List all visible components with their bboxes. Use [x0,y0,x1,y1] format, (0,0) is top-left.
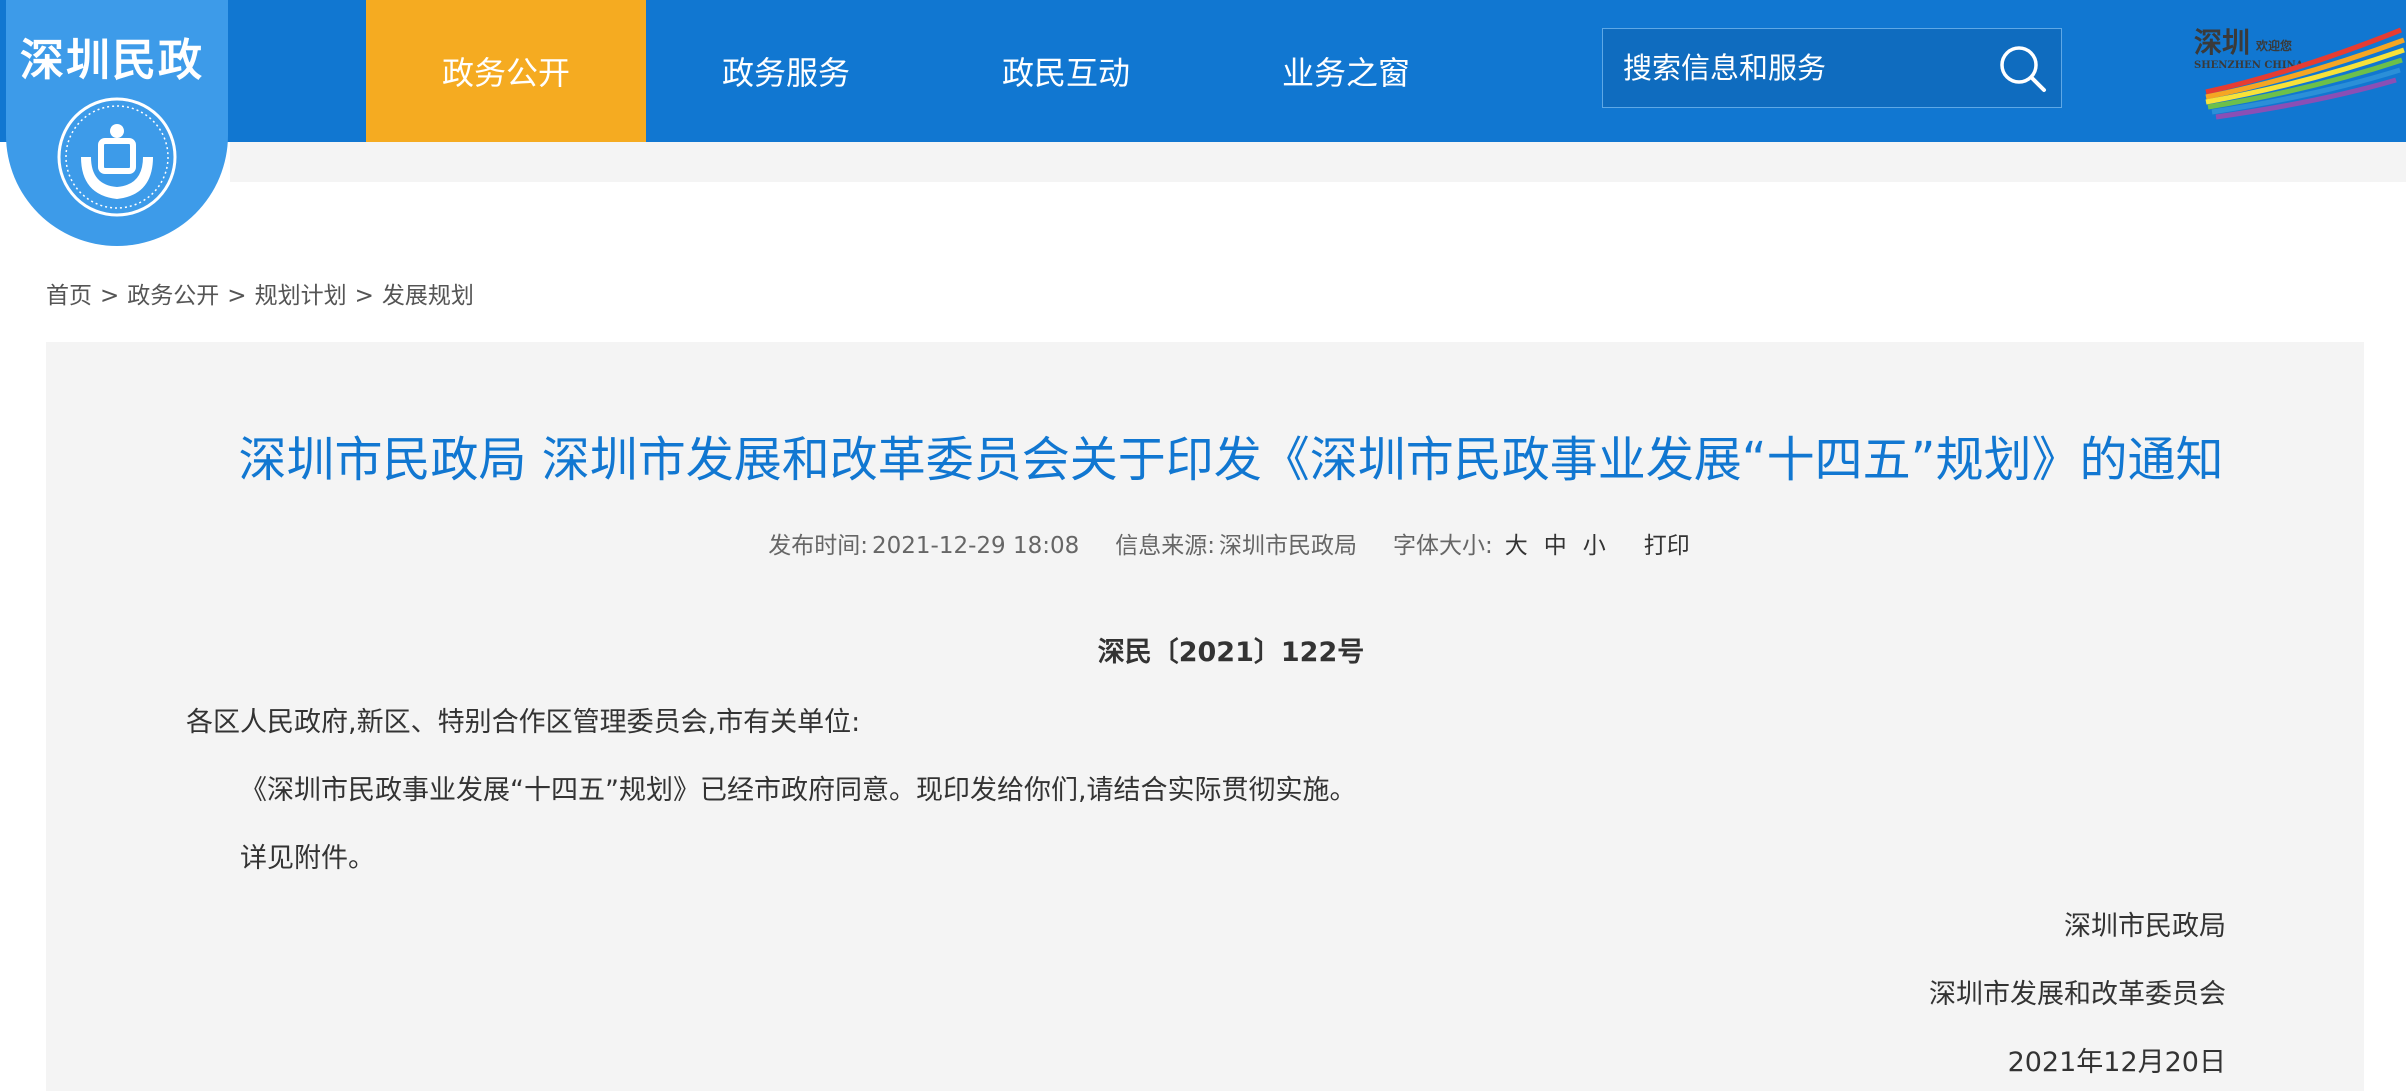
top-header: 政务公开 政务服务 政民互动 业务之窗 深圳 欢迎您 SHENZHEN CHIN… [0,0,2406,142]
breadcrumb-home[interactable]: 首页 [46,283,92,309]
breadcrumb-separator: > [100,283,120,309]
publish-time-label: 发布时间: [768,533,868,559]
signature-civil-affairs: 深圳市民政局 [2064,911,2226,942]
search-box [1602,28,2062,108]
nav-zhengwu-gongkai[interactable]: 政务公开 [366,0,646,142]
publish-time: 2021-12-29 18:08 [871,533,1080,559]
civil-affairs-emblem-icon [57,97,177,217]
logo-text: 深圳民政 [20,35,204,86]
breadcrumb-guihua-jihua[interactable]: 规划计划 [255,283,347,309]
doc-number: 深民〔2021〕122号 [1097,637,1365,668]
breadcrumb: 首页 > 政务公开 > 规划计划 > 发展规划 [46,276,474,310]
article-title: 深圳市民政局 深圳市发展和改革委员会关于印发《深圳市民政事业发展“十四五”规划》… [238,432,2224,488]
article-meta: 发布时间: 2021-12-29 18:08 信息来源: 深圳市民政局 字体大小: 大中小… [0,526,2406,560]
nav-zhengmin-hudong[interactable]: 政民互动 [926,0,1206,142]
svg-text:欢迎您: 欢迎您 [2255,38,2292,53]
svg-text:深圳: 深圳 [2194,26,2250,59]
font-size-medium[interactable]: 中 [1544,533,1567,559]
breadcrumb-fazhan-guihua[interactable]: 发展规划 [382,283,474,309]
source-label: 信息来源: [1115,533,1215,559]
body-paragraph: 《深圳市民政事业发展“十四五”规划》已经市政府同意。现印发给你们,请结合实际贯彻… [240,775,1357,806]
print-button[interactable]: 打印 [1644,533,1690,559]
search-input[interactable] [1603,29,1983,107]
shenzhen-china-logo[interactable]: 深圳 欢迎您 SHENZHEN CHINA [2186,22,2406,122]
sub-strip [230,142,2406,182]
breadcrumb-zhengwu-gongkai[interactable]: 政务公开 [127,283,219,309]
breadcrumb-separator: > [227,283,247,309]
body-paragraph: 详见附件。 [240,843,375,874]
signature-development-reform: 深圳市发展和改革委员会 [1929,979,2226,1010]
salutation: 各区人民政府,新区、特别合作区管理委员会,市有关单位: [186,707,861,738]
nav-yewu-zhichuang[interactable]: 业务之窗 [1206,0,1486,142]
document-date: 2021年12月20日 [2007,1047,2226,1078]
breadcrumb-separator: > [354,283,374,309]
font-size-large[interactable]: 大 [1505,533,1528,559]
nav-zhengwu-fuwu[interactable]: 政务服务 [646,0,926,142]
site-logo[interactable]: 深圳民政 [0,0,230,246]
source: 深圳市民政局 [1219,533,1357,559]
font-size-small[interactable]: 小 [1583,533,1606,559]
search-icon[interactable] [1995,41,2051,97]
font-size-label: 字体大小: [1393,533,1493,559]
